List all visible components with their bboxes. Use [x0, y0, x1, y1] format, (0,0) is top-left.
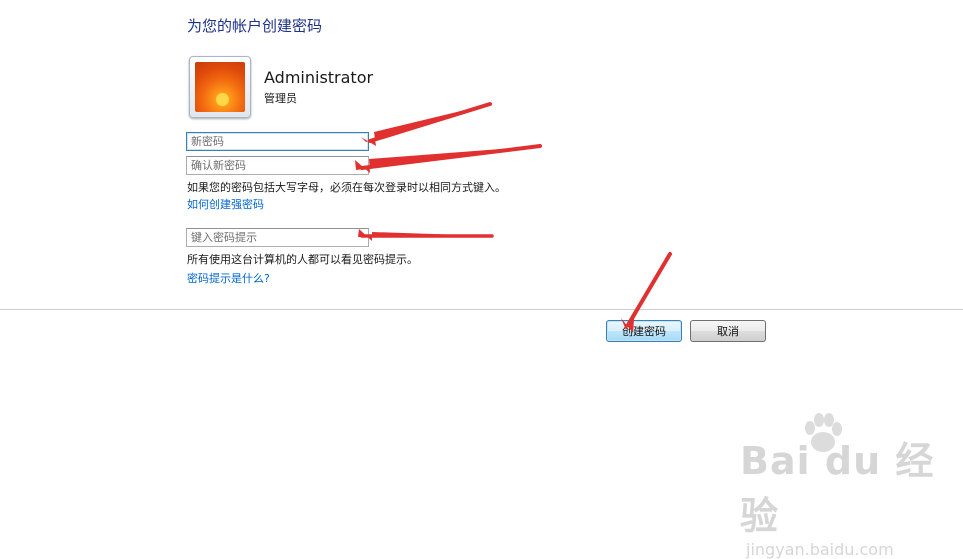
hint-visibility-note: 所有使用这台计算机的人都可以看见密码提示。 [187, 253, 418, 266]
account-avatar [189, 56, 251, 118]
footer-divider [0, 309, 963, 310]
baidu-watermark: Bai du 经验 jingyan.baidu.com [740, 413, 963, 559]
arrow-to-confirm-password [355, 146, 540, 173]
watermark-brand: Bai du 经验 [740, 439, 935, 538]
page-title: 为您的帐户创建密码 [187, 17, 323, 35]
case-sensitivity-hint: 如果您的密码包括大写字母，必须在每次登录时以相同方式键入。 [187, 181, 506, 194]
flower-avatar-icon [195, 62, 245, 112]
watermark-url: jingyan.baidu.com [746, 540, 894, 559]
create-password-button[interactable]: 创建密码 [606, 320, 682, 342]
account-name: Administrator [264, 68, 374, 87]
arrow-to-new-password [361, 104, 490, 146]
password-hint-help-link[interactable]: 密码提示是什么? [187, 270, 270, 286]
arrow-to-password-hint [358, 229, 492, 241]
strong-password-link[interactable]: 如何创建强密码 [187, 196, 264, 212]
new-password-input[interactable] [186, 132, 369, 151]
account-role: 管理员 [264, 92, 297, 105]
password-hint-input[interactable] [186, 228, 369, 247]
confirm-password-input[interactable] [186, 156, 369, 175]
cancel-button[interactable]: 取消 [690, 320, 766, 342]
paw-icon [805, 413, 842, 452]
